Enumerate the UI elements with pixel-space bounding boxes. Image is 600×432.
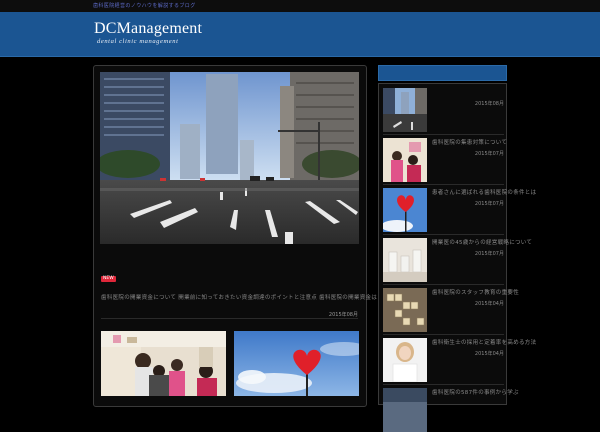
sidebar-item-date: 2015年04月: [474, 301, 504, 307]
sidebar-item-title: 歯科医院のスタッフ教育の重要性: [432, 290, 520, 296]
featured-post-date: 2015年08月: [328, 312, 358, 318]
site-logo-subtitle: dental clinic management: [97, 38, 179, 45]
sidebar: 2015年08月 歯科医院の集患対策について 2015年07月 患者さんに選ばれ…: [378, 65, 536, 432]
sidebar-item[interactable]: 歯科医院の集患対策について 2015年07月: [383, 136, 508, 185]
sidebar-item-date: 2015年07月: [474, 201, 504, 207]
sidebar-thumb-glasses: [383, 238, 427, 282]
sidebar-header: [378, 65, 507, 81]
sidebar-item-title: 歯科医院の集患対策について: [432, 140, 508, 146]
sidebar-thumb-partial: [383, 388, 427, 432]
post-thumbnail-clinic[interactable]: [101, 331, 226, 396]
sidebar-item[interactable]: 開業医の45歳からの経営戦略について 2015年07月: [383, 236, 532, 285]
sidebar-thumb-scrabble: [383, 288, 427, 332]
sidebar-thumb-woman: [383, 338, 427, 382]
sidebar-item-date: 2015年08月: [474, 101, 504, 107]
main-content: NEW 歯科医院の開業資金について 開業前に知っておきたい資金調達のポイントと注…: [93, 65, 436, 407]
divider: [383, 334, 504, 335]
site-logo-title[interactable]: DCManagement: [94, 20, 202, 38]
sidebar-item[interactable]: 患者さんに選ばれる歯科医院の条件とは 2015年07月: [383, 186, 536, 235]
sidebar-post-list: 2015年08月 歯科医院の集患対策について 2015年07月 患者さんに選ばれ…: [378, 83, 536, 432]
sidebar-item-date: 2015年07月: [474, 251, 504, 257]
divider: [383, 384, 504, 385]
post-thumbnail-heart[interactable]: [234, 331, 359, 396]
sidebar-thumb-clinic: [383, 138, 427, 182]
sidebar-item[interactable]: 歯科医院のスタッフ教育の重要性 2015年04月: [383, 286, 519, 335]
sidebar-item-date: 2015年07月: [474, 151, 504, 157]
sidebar-item[interactable]: 2015年08月: [383, 86, 504, 135]
new-badge: NEW: [101, 276, 116, 282]
sidebar-thumb-heart: [383, 188, 427, 232]
heart-lollipop-photo: [234, 331, 359, 396]
sidebar-item[interactable]: 歯科医院の587件の事例から学ぶ: [383, 386, 519, 432]
divider: [383, 184, 504, 185]
sidebar-item-title: 患者さんに選ばれる歯科医院の条件とは: [432, 190, 537, 196]
site-header: [0, 12, 600, 57]
sidebar-item-title: 開業医の45歳からの経営戦略について: [432, 240, 533, 246]
divider: [383, 234, 504, 235]
site-description: 歯科医院経営のノウハウを解説するブログ: [93, 3, 196, 9]
divider: [101, 318, 358, 319]
top-bar: 歯科医院経営のノウハウを解説するブログ: [0, 0, 600, 12]
sidebar-item-date: 2015年04月: [474, 351, 504, 357]
divider: [383, 134, 504, 135]
sidebar-item[interactable]: 歯科衛生士の採用と定着率を高める方法 2015年04月: [383, 336, 536, 385]
sidebar-thumb-city: [383, 88, 427, 132]
sidebar-item-title: 歯科医院の587件の事例から学ぶ: [432, 390, 519, 396]
sidebar-item-title: 歯科衛生士の採用と定着率を高める方法: [432, 340, 537, 346]
divider: [383, 284, 504, 285]
clinic-photo: [101, 331, 226, 396]
city-street-photo: [100, 72, 359, 244]
featured-image[interactable]: [100, 72, 359, 244]
